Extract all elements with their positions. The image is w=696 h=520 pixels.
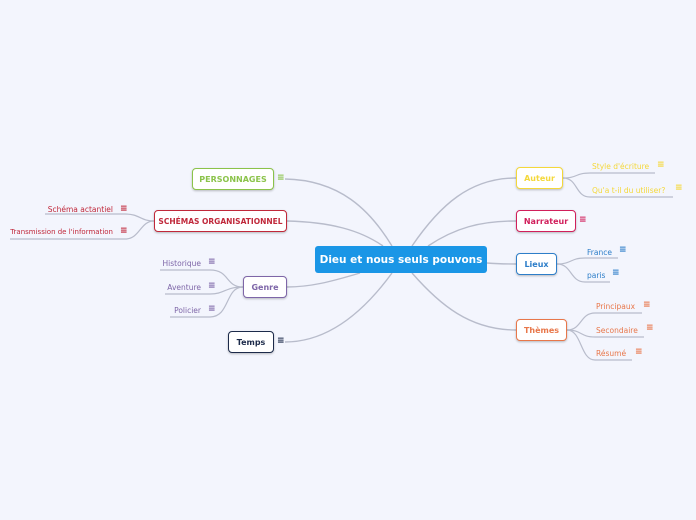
connector-schema-actantiel xyxy=(45,213,155,222)
connector-temps xyxy=(284,272,393,343)
subtopic-policier[interactable]: Policier xyxy=(174,306,201,315)
note-icon[interactable]: ≡ xyxy=(579,216,587,225)
topic-personnages[interactable]: PERSONNAGES xyxy=(192,168,274,190)
connector-schemas xyxy=(286,220,384,247)
root-topic[interactable]: Dieu et nous seuls pouvons xyxy=(315,246,487,273)
subtopic-historique[interactable]: Historique xyxy=(163,259,201,268)
topic-temps[interactable]: Temps xyxy=(228,331,274,353)
note-icon[interactable]: ≡ xyxy=(208,282,216,291)
connector-personnages xyxy=(284,178,393,247)
note-icon[interactable]: ≡ xyxy=(120,205,128,214)
subtopic-aventure[interactable]: Aventure xyxy=(167,283,201,292)
subtopic-france[interactable]: France xyxy=(587,248,612,257)
connector-style xyxy=(562,172,655,179)
connector-narrateur xyxy=(427,220,517,247)
connector-genre xyxy=(286,272,361,288)
subtopic-style-ecriture[interactable]: Style d'écriture xyxy=(592,162,649,171)
note-icon[interactable]: ≡ xyxy=(657,161,665,170)
subtopic-paris[interactable]: paris xyxy=(587,271,605,280)
connector-themes xyxy=(411,272,517,331)
subtopic-secondaire[interactable]: Secondaire xyxy=(596,326,638,335)
connector-auteur xyxy=(411,177,517,247)
note-icon[interactable]: ≡ xyxy=(120,227,128,236)
note-icon[interactable]: ≡ xyxy=(208,305,216,314)
topic-genre[interactable]: Genre xyxy=(243,276,287,298)
note-icon[interactable]: ≡ xyxy=(277,337,285,346)
subtopic-schema-actantiel[interactable]: Schéma actantiel xyxy=(48,205,113,214)
mindmap-canvas: Dieu et nous seuls pouvons PERSONNAGES ≡… xyxy=(0,0,696,520)
topic-themes[interactable]: Thèmes xyxy=(516,319,567,341)
subtopic-qu-a-t-il-du-utiliser[interactable]: Qu'a t-il du utiliser? xyxy=(592,186,665,195)
note-icon[interactable]: ≡ xyxy=(612,269,620,278)
note-icon[interactable]: ≡ xyxy=(643,301,651,310)
note-icon[interactable]: ≡ xyxy=(635,348,643,357)
note-icon[interactable]: ≡ xyxy=(277,174,285,183)
connector-lieux xyxy=(486,262,517,265)
topic-auteur[interactable]: Auteur xyxy=(516,167,563,189)
note-icon[interactable]: ≡ xyxy=(646,324,654,333)
topic-narrateur[interactable]: Narrateur xyxy=(516,210,576,232)
subtopic-transmission-information[interactable]: Transmission de l'information xyxy=(10,228,113,236)
topic-lieux[interactable]: Lieux xyxy=(516,253,557,275)
note-icon[interactable]: ≡ xyxy=(619,246,627,255)
topic-schemas-organisationnel[interactable]: SCHÉMAS ORGANISATIONNEL xyxy=(154,210,287,232)
connector-france xyxy=(556,257,618,265)
subtopic-principaux[interactable]: Principaux xyxy=(596,302,635,311)
note-icon[interactable]: ≡ xyxy=(208,258,216,267)
subtopic-resume[interactable]: Résumé xyxy=(596,349,626,358)
note-icon[interactable]: ≡ xyxy=(675,184,683,193)
